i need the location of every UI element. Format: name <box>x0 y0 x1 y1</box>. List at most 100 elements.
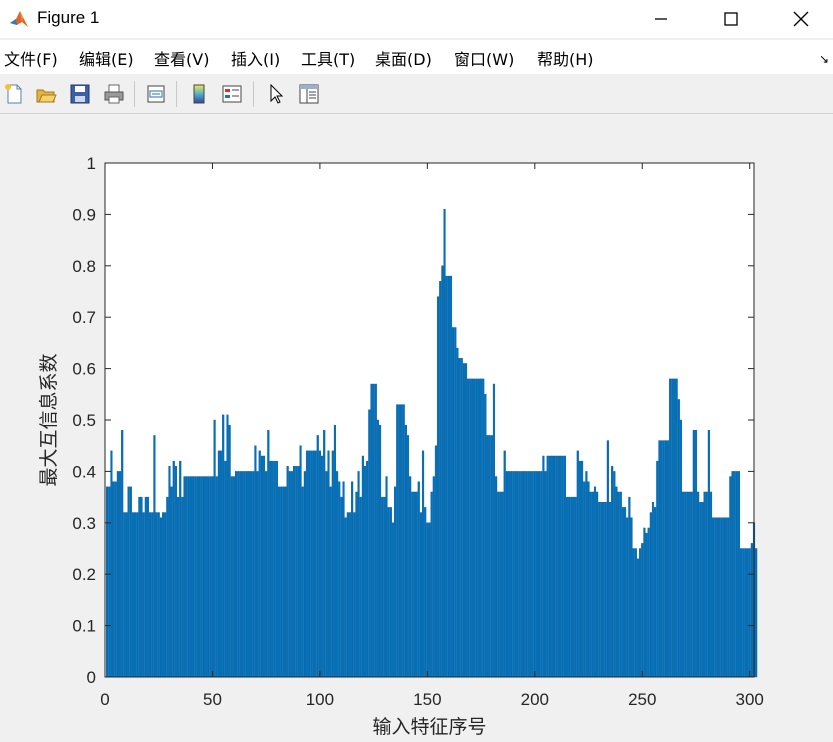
bar <box>682 491 685 678</box>
bar <box>462 363 465 678</box>
new-figure-button[interactable] <box>1 81 27 107</box>
colorbar-button[interactable] <box>186 81 212 107</box>
bar <box>449 275 453 678</box>
bar <box>404 424 407 678</box>
bar <box>540 471 543 678</box>
bar <box>290 471 294 678</box>
bar <box>297 466 300 678</box>
menu-help[interactable]: 帮助(H) <box>537 46 594 70</box>
bar <box>705 491 708 678</box>
bar <box>441 265 444 678</box>
bar <box>744 548 747 678</box>
bar <box>439 281 442 678</box>
bar <box>664 440 667 678</box>
save-button[interactable] <box>67 81 93 107</box>
bar <box>677 399 680 678</box>
minimize-button[interactable] <box>638 0 684 38</box>
open-file-button[interactable] <box>33 81 59 107</box>
bar <box>286 466 289 678</box>
menu-desktop[interactable]: 桌面(D) <box>375 46 432 70</box>
bar <box>565 496 569 678</box>
bar <box>748 548 751 678</box>
bar <box>271 460 274 678</box>
bar <box>153 435 156 678</box>
link-plot-button[interactable] <box>143 81 169 107</box>
bar <box>712 517 715 678</box>
bar <box>503 450 506 678</box>
bar <box>725 517 728 678</box>
bar <box>106 486 109 678</box>
bar <box>662 440 665 678</box>
bar <box>742 548 745 678</box>
bar <box>424 507 427 678</box>
bar <box>589 491 592 678</box>
bar <box>211 476 214 678</box>
close-button[interactable] <box>778 0 824 38</box>
bar <box>671 378 674 678</box>
figure-toolbar <box>0 75 833 114</box>
bar <box>179 460 182 678</box>
bar <box>262 455 266 678</box>
menu-insert[interactable]: 插入(I) <box>231 46 280 70</box>
bar <box>701 502 704 678</box>
bar <box>116 471 119 678</box>
bar <box>110 450 113 678</box>
bar <box>417 481 420 678</box>
bar <box>666 440 670 678</box>
bar <box>131 512 135 678</box>
bar <box>490 435 493 678</box>
y-tick-label: 0.5 <box>72 411 96 430</box>
toolbar-dock-arrow-icon[interactable]: ↘ <box>819 52 829 66</box>
bar <box>151 512 154 678</box>
y-tick-label: 0.1 <box>72 617 96 636</box>
bar <box>391 522 395 678</box>
bar <box>587 481 590 678</box>
bar <box>149 512 152 678</box>
bar <box>247 471 251 678</box>
bar <box>520 471 523 678</box>
bar <box>228 424 231 678</box>
menu-window[interactable]: 窗口(W) <box>454 46 514 70</box>
bar-chart[interactable]: 0 50 100 150 200 250 300 0 0.1 0.2 0.3 0.4 0.5 0.6 0.7… <box>0 114 833 742</box>
maximize-button[interactable] <box>708 0 754 38</box>
property-editor-button[interactable] <box>296 81 322 107</box>
bar <box>471 378 474 678</box>
bar <box>275 460 278 678</box>
bar <box>641 543 644 678</box>
y-tick-label: 0.7 <box>72 308 96 327</box>
bar <box>464 363 468 678</box>
bar <box>359 496 362 678</box>
bar <box>419 512 422 678</box>
bar <box>155 512 158 678</box>
print-button[interactable] <box>101 81 127 107</box>
bar <box>630 517 633 678</box>
bar <box>452 327 455 678</box>
bar <box>694 430 698 678</box>
bar <box>310 450 313 678</box>
bar <box>488 435 491 678</box>
menu-tools[interactable]: 工具(T) <box>301 46 355 70</box>
menu-file[interactable]: 文件(F) <box>4 46 58 70</box>
menu-view[interactable]: 查看(V) <box>154 46 209 70</box>
bar <box>168 466 171 678</box>
bar <box>273 460 276 678</box>
legend-button[interactable] <box>219 81 245 107</box>
bar <box>684 491 687 678</box>
bar <box>385 476 388 678</box>
bar <box>613 471 616 678</box>
bar <box>421 450 425 678</box>
bar <box>192 476 195 678</box>
bar <box>303 471 306 678</box>
menu-edit[interactable]: 编辑(E) <box>79 46 134 70</box>
bar <box>445 275 448 678</box>
bar <box>357 471 360 678</box>
bar <box>716 517 719 678</box>
bar <box>499 491 502 678</box>
bar <box>329 486 332 678</box>
bar <box>400 404 403 678</box>
bar <box>484 394 487 678</box>
bar <box>426 522 429 678</box>
pointer-button[interactable] <box>263 81 289 107</box>
close-icon <box>793 11 809 27</box>
bar <box>643 527 646 678</box>
